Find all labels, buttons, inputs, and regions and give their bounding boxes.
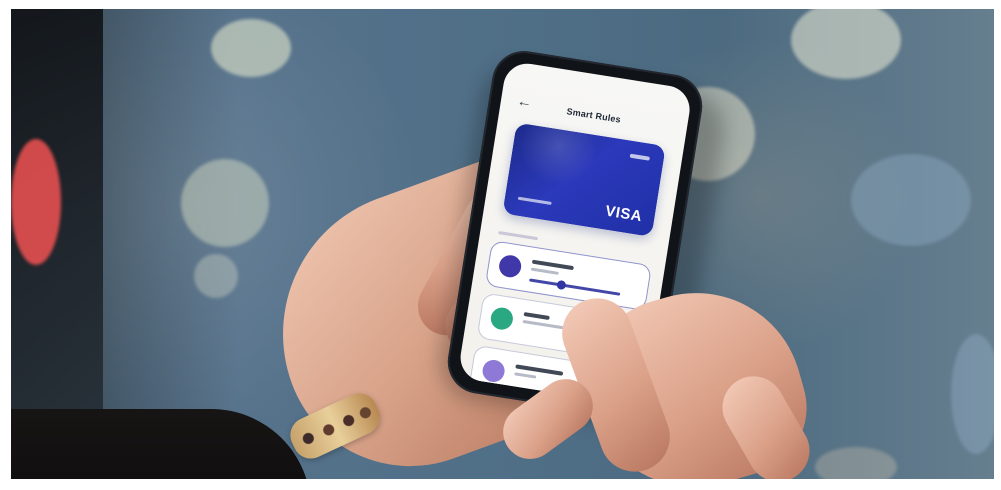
back-arrow-icon[interactable]: ← <box>516 92 533 111</box>
bokeh-light <box>211 19 291 77</box>
option-icon-circle <box>497 253 523 279</box>
option-subtitle-line <box>530 267 559 275</box>
section-heading-line <box>498 231 539 241</box>
card-label-line <box>629 153 650 161</box>
screen-title: Smart Rules <box>565 106 622 125</box>
bokeh-light <box>791 9 901 79</box>
bokeh-light <box>851 154 971 246</box>
card-brand-label: VISA <box>604 202 644 226</box>
photo-frame: ← Smart Rules VISA <box>11 9 994 479</box>
slider-handle[interactable] <box>556 279 567 291</box>
option-subtitle-line <box>514 372 537 379</box>
bokeh-light <box>181 159 269 247</box>
option-icon-circle <box>489 306 515 332</box>
option-title-line <box>523 312 550 321</box>
card-number-line <box>517 196 552 205</box>
bokeh-light <box>11 139 61 265</box>
sleeve <box>11 409 311 479</box>
bokeh-light <box>194 254 238 298</box>
payment-card: VISA <box>501 122 666 237</box>
slider-track[interactable] <box>529 278 621 296</box>
option-subtitle-line <box>522 319 567 330</box>
bokeh-light <box>951 334 994 454</box>
option-icon-circle <box>480 358 507 384</box>
bokeh-light <box>815 447 897 479</box>
